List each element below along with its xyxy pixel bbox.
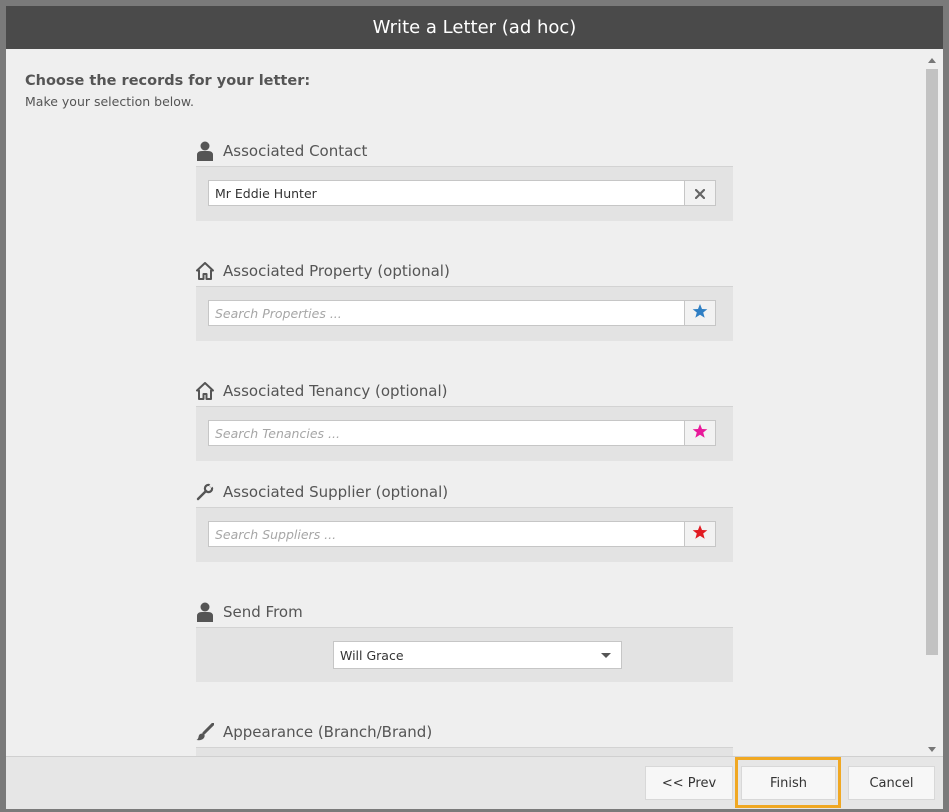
contact-label-text: Associated Contact xyxy=(223,142,368,160)
tenancy-label-text: Associated Tenancy (optional) xyxy=(223,382,448,400)
send-from-selected-value: Will Grace xyxy=(340,647,404,663)
property-section-body xyxy=(196,286,733,341)
appearance-label-text: Appearance (Branch/Brand) xyxy=(223,723,433,741)
dialog-footer: << Prev Finish Cancel xyxy=(6,756,943,809)
tenancy-section-label: Associated Tenancy (optional) xyxy=(196,380,733,402)
dialog-title: Write a Letter (ad hoc) xyxy=(372,17,577,38)
send-from-section-body: Will Grace xyxy=(196,627,733,682)
house-icon xyxy=(196,261,214,281)
dialog-content: Choose the records for your letter: Make… xyxy=(6,49,924,756)
appearance-section-body xyxy=(196,747,733,756)
supplier-section-label: Associated Supplier (optional) xyxy=(196,481,733,503)
property-label-text: Associated Property (optional) xyxy=(223,262,450,280)
prev-button[interactable]: << Prev xyxy=(645,766,733,800)
write-letter-dialog: Write a Letter (ad hoc) Choose the recor… xyxy=(6,6,943,809)
supplier-field xyxy=(208,521,716,547)
tenancy-field xyxy=(208,420,716,446)
chevron-down-icon xyxy=(601,653,611,658)
supplier-label-text: Associated Supplier (optional) xyxy=(223,483,449,501)
property-search-input[interactable] xyxy=(209,301,687,325)
scroll-down-arrow-icon[interactable] xyxy=(928,747,936,752)
finish-button[interactable]: Finish xyxy=(741,766,836,800)
house-icon xyxy=(196,381,214,401)
supplier-favourites-button[interactable] xyxy=(684,522,715,546)
contact-clear-button[interactable] xyxy=(684,181,715,205)
property-field xyxy=(208,300,716,326)
clear-x-icon xyxy=(694,184,706,203)
contact-input[interactable] xyxy=(209,181,687,205)
send-from-label-text: Send From xyxy=(223,603,303,621)
appearance-section-label: Appearance (Branch/Brand) xyxy=(196,721,733,743)
property-favourites-button[interactable] xyxy=(684,301,715,325)
person-icon xyxy=(196,602,214,622)
contact-section-body xyxy=(196,166,733,221)
send-from-section-label: Send From xyxy=(196,601,733,623)
supplier-search-input[interactable] xyxy=(209,522,687,546)
tenancy-section-body xyxy=(196,406,733,461)
person-icon xyxy=(196,141,214,161)
contact-field xyxy=(208,180,716,206)
star-icon xyxy=(692,303,708,323)
scroll-up-arrow-icon[interactable] xyxy=(928,58,936,63)
property-section-label: Associated Property (optional) xyxy=(196,260,733,282)
tenancy-search-input[interactable] xyxy=(209,421,687,445)
star-icon xyxy=(692,524,708,544)
star-icon xyxy=(692,423,708,443)
intro-subheading: Make your selection below. xyxy=(25,94,194,109)
intro-heading: Choose the records for your letter: xyxy=(25,73,311,89)
supplier-section-body xyxy=(196,507,733,562)
scrollbar-thumb[interactable] xyxy=(926,69,938,655)
paintbrush-icon xyxy=(196,722,214,742)
content-scrollbar[interactable] xyxy=(924,55,940,757)
wrench-icon xyxy=(196,482,214,502)
cancel-button[interactable]: Cancel xyxy=(848,766,935,800)
tenancy-favourites-button[interactable] xyxy=(684,421,715,445)
send-from-select[interactable]: Will Grace xyxy=(333,641,622,669)
contact-section-label: Associated Contact xyxy=(196,140,733,162)
dialog-titlebar: Write a Letter (ad hoc) xyxy=(6,6,943,49)
